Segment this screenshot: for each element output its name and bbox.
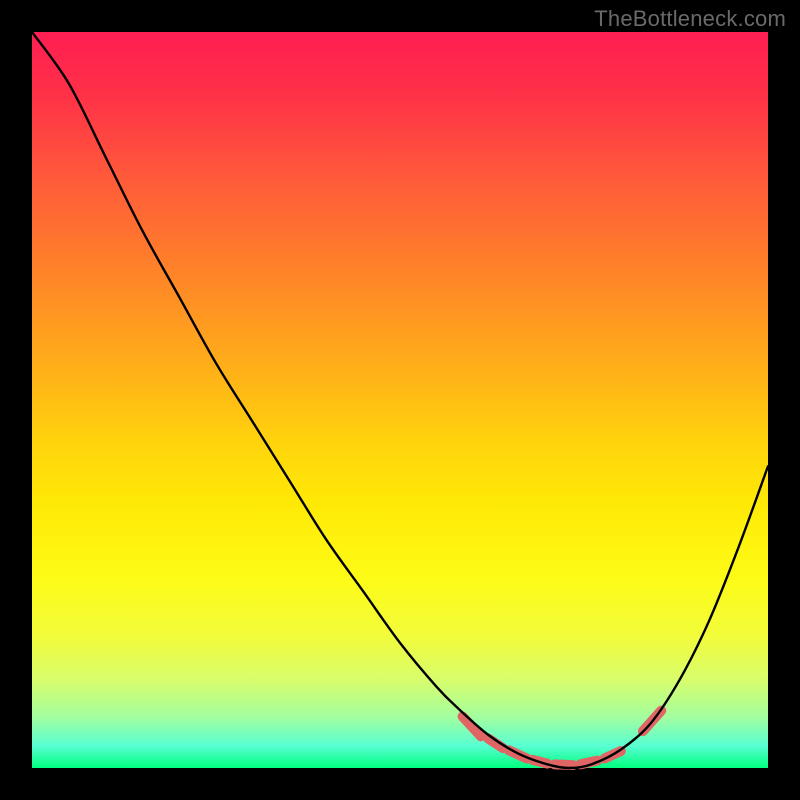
chart-frame: TheBottleneck.com xyxy=(0,0,800,800)
curve-svg xyxy=(32,32,768,768)
watermark-label: TheBottleneck.com xyxy=(594,6,786,32)
accent-dash xyxy=(555,764,573,765)
bottleneck-curve-path xyxy=(32,32,768,768)
plot-area xyxy=(32,32,768,768)
